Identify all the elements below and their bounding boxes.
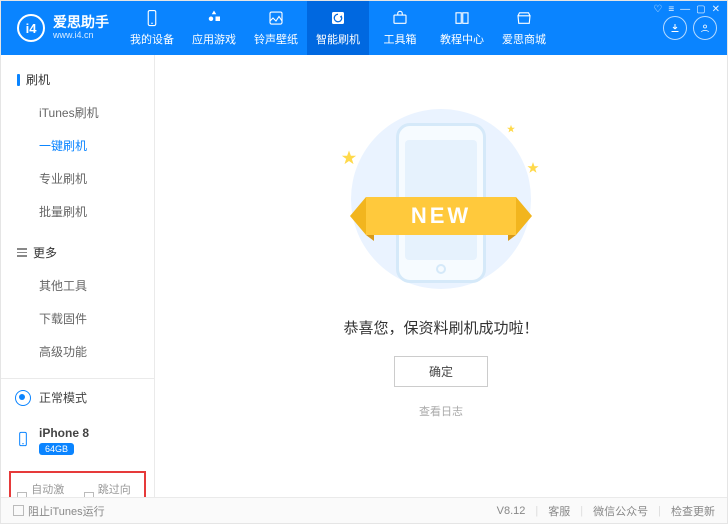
success-message: 恭喜您，保资料刷机成功啦！ [343, 317, 538, 338]
checkbox-label: 阻止iTunes运行 [28, 503, 105, 519]
checkbox-skip-guide[interactable]: 跳过向导 [84, 481, 139, 497]
win-close-icon[interactable]: ✕ [712, 4, 720, 15]
checkbox-label: 跳过向导 [98, 481, 138, 497]
refresh-icon [329, 9, 347, 27]
new-banner: NEW [346, 197, 536, 241]
check-update-link[interactable]: 检查更新 [671, 503, 715, 519]
nav-tutorial[interactable]: 教程中心 [431, 1, 493, 55]
options-highlight-box: 自动激活 跳过向导 [9, 471, 146, 497]
win-maximize-icon[interactable]: ▢ [696, 4, 705, 15]
version-label: V8.12 [497, 505, 526, 517]
nav-label: 我的设备 [130, 31, 174, 47]
win-settings-icon[interactable]: ≡ [668, 4, 674, 15]
checkbox-label: 自动激活 [31, 481, 71, 497]
hamburger-icon [17, 248, 27, 257]
sidebar-item-download-fw[interactable]: 下载固件 [1, 302, 154, 335]
sidebar-section-more: 更多 [1, 238, 154, 267]
logo-subtitle: www.i4.cn [53, 31, 109, 41]
image-icon [267, 9, 285, 27]
phone-icon [143, 9, 161, 27]
sidebar-item-pro-flash[interactable]: 专业刷机 [1, 162, 154, 195]
section-title: 刷机 [26, 71, 50, 88]
device-name: iPhone 8 [39, 426, 89, 440]
section-title: 更多 [33, 244, 57, 261]
win-menu-icon[interactable]: ♡ [653, 4, 662, 15]
sidebar-item-advanced[interactable]: 高级功能 [1, 335, 154, 368]
star-icon [506, 123, 516, 137]
sidebar-item-batch-flash[interactable]: 批量刷机 [1, 195, 154, 228]
checkbox-auto-activate[interactable]: 自动激活 [17, 481, 72, 497]
mode-icon [15, 390, 31, 406]
view-log-link[interactable]: 查看日志 [419, 403, 463, 419]
shop-icon [515, 9, 533, 27]
footer: 阻止iTunes运行 V8.12 | 客服 | 微信公众号 | 检查更新 [1, 497, 727, 523]
main-content: NEW 恭喜您，保资料刷机成功啦！ 确定 查看日志 [155, 55, 727, 497]
sidebar-section-flash: 刷机 [1, 65, 154, 94]
sidebar-item-itunes-flash[interactable]: iTunes刷机 [1, 96, 154, 129]
sidebar: 刷机 iTunes刷机 一键刷机 专业刷机 批量刷机 更多 其他工具 下载固件 … [1, 55, 155, 497]
confirm-button[interactable]: 确定 [394, 356, 488, 387]
book-icon [453, 9, 471, 27]
apps-icon [205, 9, 223, 27]
sidebar-item-oneclick-flash[interactable]: 一键刷机 [1, 129, 154, 162]
download-icon[interactable] [663, 16, 687, 40]
nav-label: 铃声壁纸 [254, 31, 298, 47]
logo-title: 爱思助手 [53, 15, 109, 30]
logo-icon: i4 [17, 14, 45, 42]
nav-label: 教程中心 [440, 31, 484, 47]
nav-my-device[interactable]: 我的设备 [121, 1, 183, 55]
support-link[interactable]: 客服 [548, 503, 570, 519]
nav-smart-flash[interactable]: 智能刷机 [307, 1, 369, 55]
toolbox-icon [391, 9, 409, 27]
star-icon [526, 161, 540, 178]
win-minimize-icon[interactable]: — [680, 4, 690, 15]
banner-text: NEW [411, 203, 471, 229]
nav-label: 工具箱 [384, 31, 417, 47]
mode-label: 正常模式 [39, 389, 87, 406]
star-icon [340, 149, 358, 170]
success-illustration: NEW [326, 105, 556, 295]
nav-mall[interactable]: 爱思商城 [493, 1, 555, 55]
nav-label: 智能刷机 [316, 31, 360, 47]
device-capacity-badge: 64GB [39, 443, 74, 455]
sidebar-item-other-tools[interactable]: 其他工具 [1, 269, 154, 302]
nav-app-games[interactable]: 应用游戏 [183, 1, 245, 55]
nav-label: 应用游戏 [192, 31, 236, 47]
device-phone-icon [15, 431, 31, 450]
device-row[interactable]: iPhone 8 64GB [1, 416, 154, 465]
top-nav: 我的设备 应用游戏 铃声壁纸 智能刷机 工具箱 教程中心 [121, 1, 663, 55]
nav-ring-wall[interactable]: 铃声壁纸 [245, 1, 307, 55]
header: i4 爱思助手 www.i4.cn 我的设备 应用游戏 铃声壁纸 智能刷机 [1, 1, 727, 55]
logo: i4 爱思助手 www.i4.cn [1, 1, 121, 55]
mode-row[interactable]: 正常模式 [1, 379, 154, 416]
nav-label: 爱思商城 [502, 31, 546, 47]
wechat-link[interactable]: 微信公众号 [593, 503, 648, 519]
nav-toolbox[interactable]: 工具箱 [369, 1, 431, 55]
user-icon[interactable] [693, 16, 717, 40]
checkbox-block-itunes[interactable]: 阻止iTunes运行 [13, 503, 105, 519]
